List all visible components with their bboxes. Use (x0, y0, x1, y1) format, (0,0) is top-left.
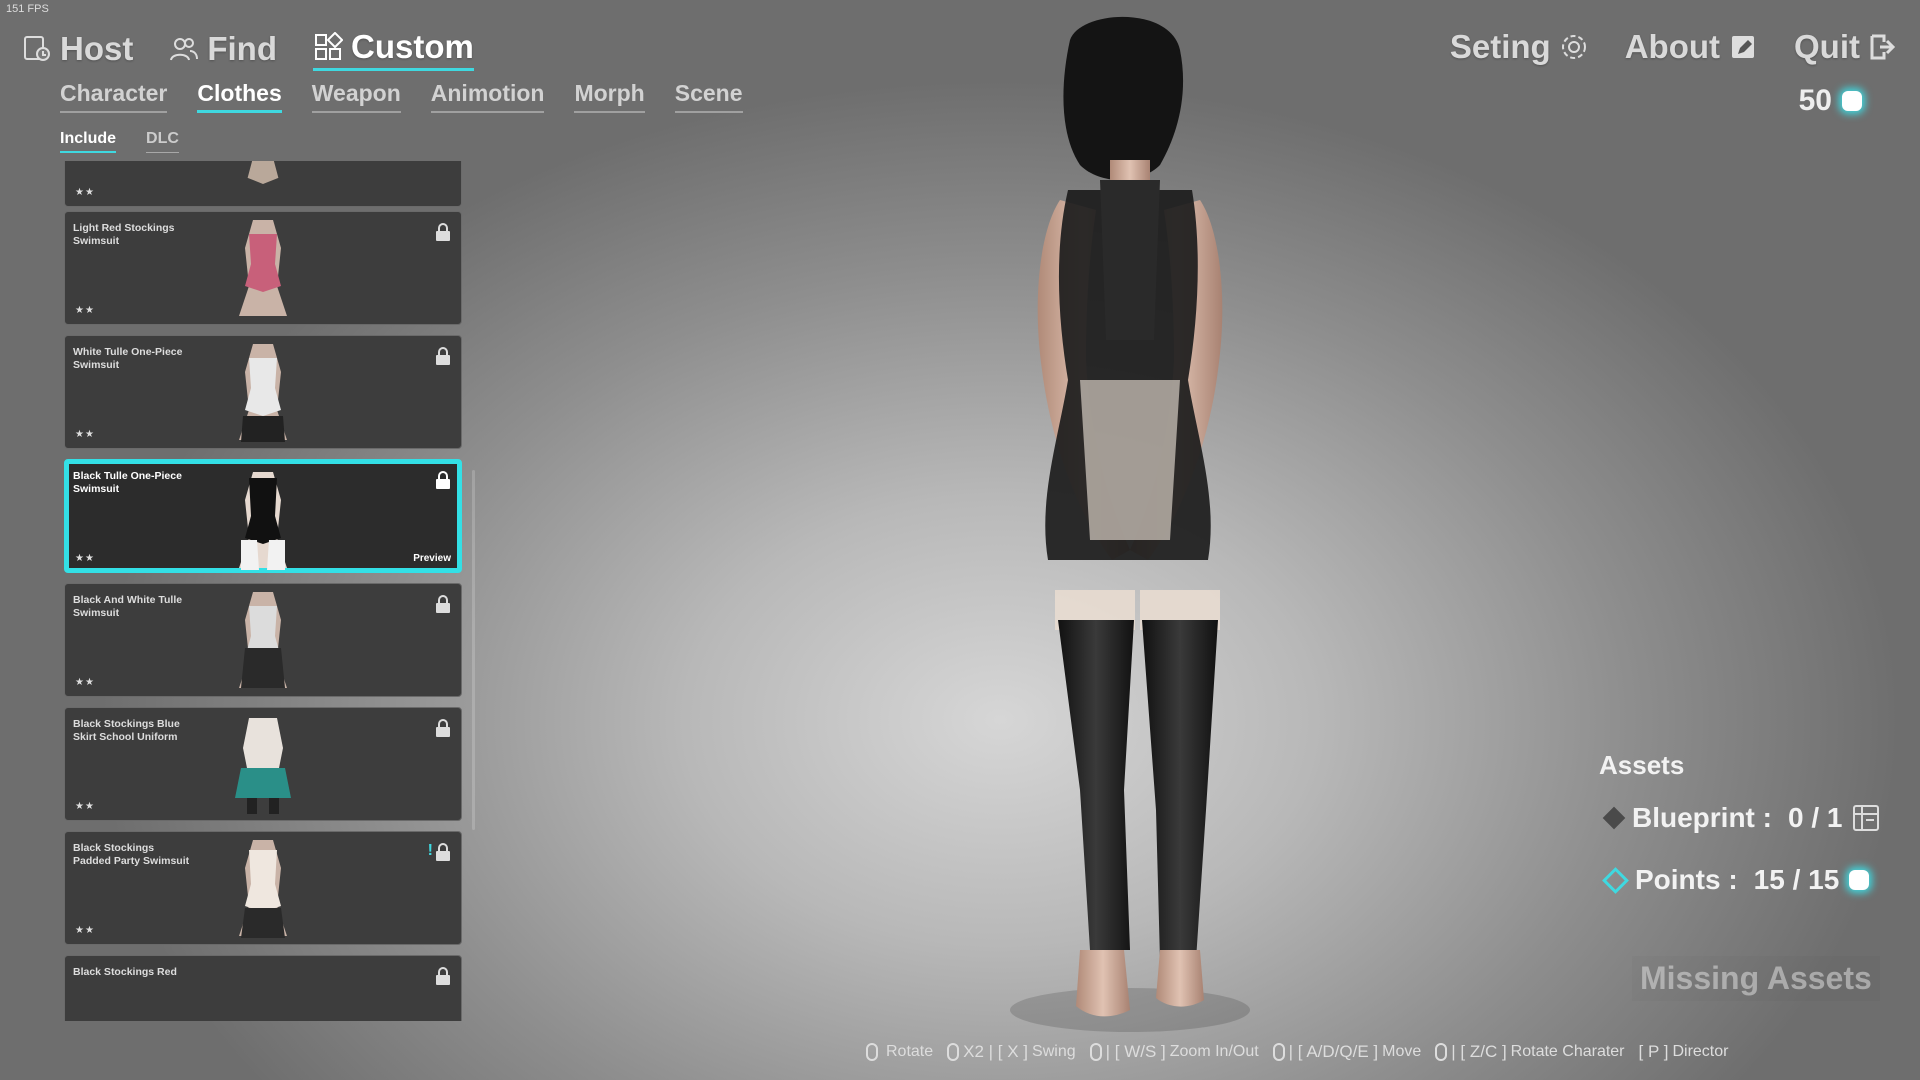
currency-value: 50 (1798, 84, 1832, 117)
rating-stars: ★★ (75, 677, 95, 688)
outfit-thumbnail (239, 220, 287, 316)
setting-button[interactable]: Seting (1450, 28, 1589, 68)
blueprint-value: 0 / 1 (1788, 802, 1843, 833)
lock-icon (436, 471, 450, 489)
quit-button[interactable]: Quit (1794, 28, 1898, 68)
users-icon (170, 37, 199, 60)
tab-clothes[interactable]: Clothes (197, 80, 282, 113)
clothes-list: ★★ Light Red Stockings Swimsuit ★★ White… (64, 161, 464, 1021)
mouse-wheel-icon (1089, 1043, 1102, 1061)
outfit-thumbnail (247, 161, 279, 184)
hint-director: [ P ] Director (1638, 1042, 1729, 1061)
lock-icon (436, 967, 450, 985)
nav-host-label: Host (60, 29, 134, 67)
blueprint-icon (1853, 805, 1880, 831)
tab-morph[interactable]: Morph (574, 80, 645, 113)
points-value: 15 / 15 (1753, 864, 1840, 895)
mouse-left-icon (866, 1043, 878, 1061)
outfit-thumbnail (235, 718, 291, 814)
category-tabs: Character Clothes Weapon Animotion Morph… (60, 80, 743, 113)
list-item[interactable]: White Tulle One-Piece Swimsuit ★★ (64, 335, 462, 449)
tab-animotion[interactable]: Animotion (430, 80, 545, 113)
host-icon (24, 35, 50, 61)
edit-icon (1732, 36, 1755, 58)
rating-stars: ★★ (75, 187, 95, 198)
lock-icon (436, 843, 450, 861)
preview-label: Preview (413, 553, 451, 564)
item-name: Black Stockings Red (73, 966, 177, 978)
list-item[interactable]: Black And White Tulle Swimsuit ★★ (64, 583, 462, 697)
list-item-selected[interactable]: Black Tulle One-Piece Swimsuit ★★ Previe… (64, 459, 462, 573)
gem-icon (1849, 870, 1870, 890)
outfit-thumbnail (239, 840, 287, 938)
mouse-click-icon (947, 1043, 960, 1061)
blueprint-label: Blueprint : (1632, 802, 1772, 833)
rating-stars: ★★ (75, 801, 95, 812)
item-name: Light Red Stockings Swimsuit (73, 222, 175, 247)
item-name: Black Stockings Padded Party Swimsuit (73, 842, 190, 867)
lock-icon (436, 223, 450, 241)
nav-custom-tab[interactable]: Custom (313, 28, 474, 71)
controls-hint-bar: Rotate X2 | [ X ] Swing | [ W/S ] Zoom I… (866, 1042, 1728, 1062)
about-label: About (1624, 28, 1721, 65)
hint-rotate: Rotate (866, 1042, 933, 1062)
exit-icon (1870, 34, 1896, 60)
list-item[interactable]: Black Stockings Padded Party Swimsuit ! … (64, 831, 462, 945)
points-row: Points : 15 / 15 (1602, 864, 1870, 896)
tab-scene[interactable]: Scene (674, 80, 743, 113)
blueprint-row: Blueprint : 0 / 1 (1602, 802, 1880, 834)
mouse-right-icon (1435, 1043, 1448, 1061)
setting-label: Seting (1449, 28, 1551, 65)
character-model[interactable] (960, 0, 1300, 1050)
outfit-thumbnail (239, 472, 287, 570)
tab-character[interactable]: Character (60, 80, 168, 113)
nav-host-button[interactable]: Host (22, 28, 133, 71)
list-item[interactable]: ★★ (64, 161, 462, 207)
about-button[interactable]: About (1625, 28, 1758, 68)
assets-heading: Assets (1599, 750, 1685, 780)
item-name: White Tulle One-Piece Swimsuit (73, 346, 183, 371)
diamond-outline-icon (1602, 866, 1629, 894)
currency-display: 50 (1799, 84, 1862, 118)
list-item[interactable]: Black Stockings Red (64, 955, 462, 1021)
new-badge: ! (427, 842, 433, 859)
rating-stars: ★★ (75, 925, 95, 936)
nav-custom-label: Custom (351, 28, 474, 65)
outfit-thumbnail (239, 344, 287, 442)
hint-rotate-character: | [ Z/C ] Rotate Charater (1435, 1042, 1625, 1062)
outfit-thumbnail (239, 592, 287, 688)
rating-stars: ★★ (75, 553, 95, 564)
mouse-middle-icon (1272, 1043, 1285, 1061)
rating-stars: ★★ (75, 429, 95, 440)
points-label: Points : (1635, 864, 1738, 895)
item-name: Black And White Tulle Swimsuit (73, 594, 183, 619)
missing-assets-button[interactable]: Missing Assets (1632, 956, 1880, 1001)
diamond-icon (1602, 806, 1626, 830)
hint-swing: X2 | [ X ] Swing (947, 1042, 1076, 1062)
lock-icon (436, 347, 450, 365)
item-name: Black Tulle One-Piece Swimsuit (73, 470, 182, 495)
nav-find-label: Find (207, 29, 277, 67)
hint-zoom: | [ W/S ] Zoom In/Out (1089, 1042, 1259, 1062)
system-nav: Seting About Quit (1450, 28, 1898, 68)
lock-icon (436, 719, 450, 737)
list-item[interactable]: Light Red Stockings Swimsuit ★★ (64, 211, 462, 325)
tab-weapon[interactable]: Weapon (311, 80, 401, 113)
rating-stars: ★★ (75, 305, 95, 316)
filter-tabs: Include DLC (60, 130, 179, 153)
fps-counter: 151 FPS (6, 3, 49, 15)
nav-find-button[interactable]: Find (169, 28, 277, 71)
gear-icon (1561, 35, 1586, 59)
main-nav: Host Find Custom (22, 28, 474, 71)
gem-icon (1842, 91, 1862, 111)
list-scrollbar[interactable] (472, 470, 475, 830)
lock-icon (436, 595, 450, 613)
quit-label: Quit (1794, 28, 1860, 65)
hint-move: | [ A/D/Q/E ] Move (1272, 1042, 1421, 1062)
filter-include[interactable]: Include (60, 130, 117, 153)
list-item[interactable]: Black Stockings Blue Skirt School Unifor… (64, 707, 462, 821)
grid-icon (315, 32, 343, 60)
filter-dlc[interactable]: DLC (146, 130, 179, 153)
item-name: Black Stockings Blue Skirt School Unifor… (73, 718, 180, 743)
